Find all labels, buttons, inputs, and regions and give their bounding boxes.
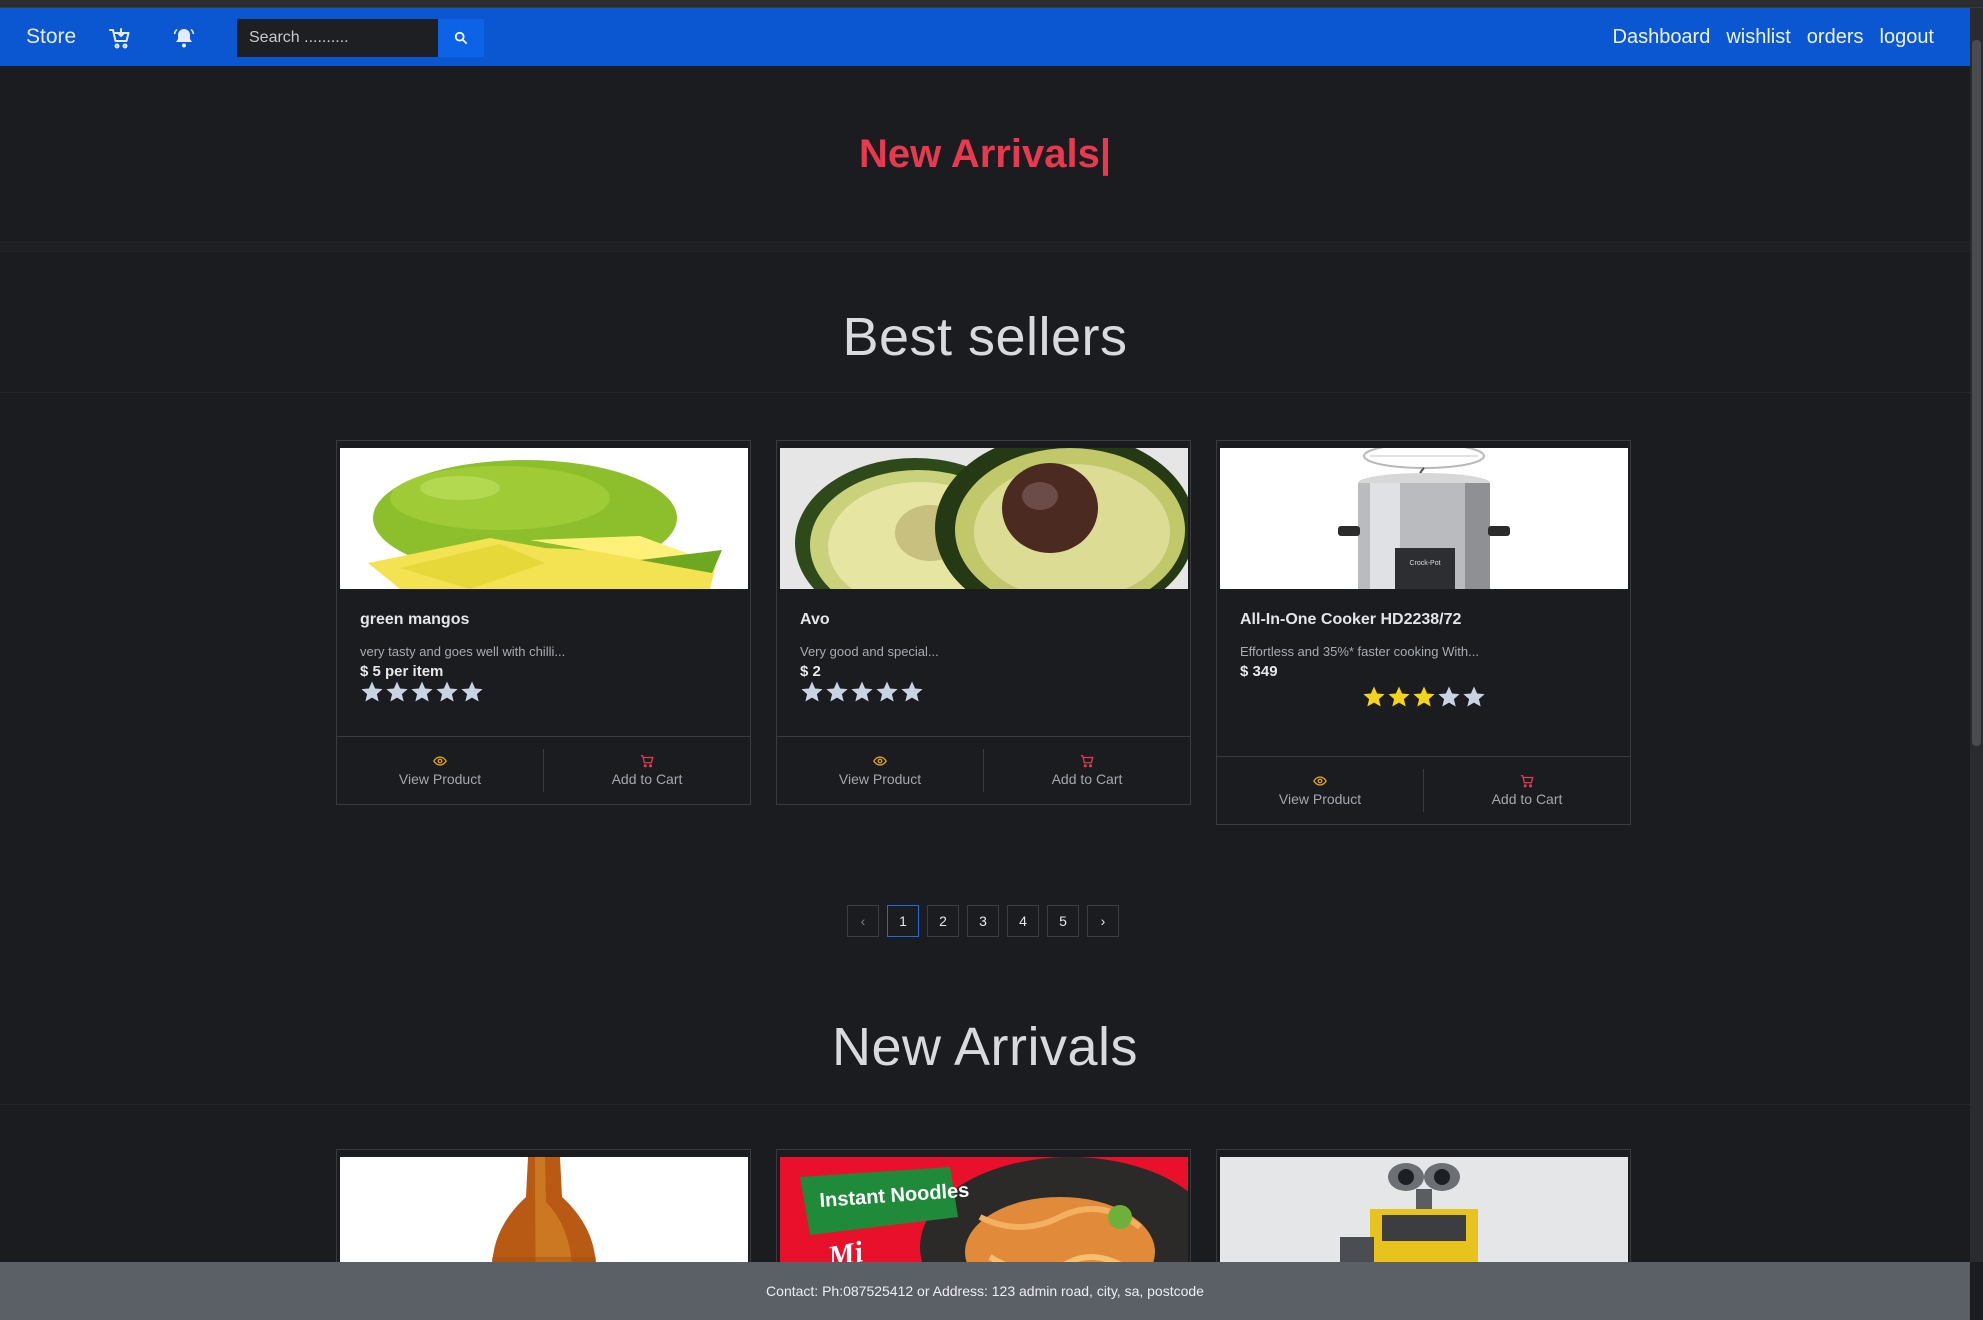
star-icon (461, 681, 483, 702)
scrollbar-thumb[interactable] (1972, 40, 1981, 746)
nav-link-logout[interactable]: logout (1880, 26, 1935, 49)
star-icon (876, 681, 898, 702)
add-to-cart-button[interactable]: Add to Cart (983, 749, 1190, 792)
top-navbar: Store Dashboard wishlist orders logout (0, 8, 1970, 66)
star-icon (801, 681, 823, 702)
product-card: green mangos very tasty and goes well wi… (336, 440, 751, 805)
notification-bell-icon[interactable] (172, 26, 196, 50)
star-icon (1362, 686, 1385, 707)
star-icon (1412, 686, 1435, 707)
rating-stars (360, 680, 484, 704)
avocado-image[interactable] (780, 448, 1188, 589)
cooker-image[interactable]: Crock-Pot (1220, 448, 1628, 589)
search-button[interactable] (438, 19, 484, 57)
rating-stars (800, 680, 924, 704)
star-icon (361, 681, 383, 702)
product-price: $ 2 (800, 663, 821, 680)
add-to-cart-label: Add to Cart (1491, 791, 1563, 807)
pagination-page-3[interactable]: 3 (967, 905, 999, 937)
product-name[interactable]: All-In-One Cooker HD2238/72 (1240, 611, 1461, 629)
star-icon (826, 681, 848, 702)
star-icon (901, 681, 923, 702)
product-card: Crock-Pot All-In-One Cooker HD2238/72 Ef… (1216, 440, 1631, 825)
section-divider (0, 392, 1970, 393)
cart-icon (1080, 755, 1094, 768)
product-card: Avo Very good and special... $ 2 View Pr… (776, 440, 1191, 805)
product-name[interactable]: green mangos (360, 611, 469, 629)
product-description: Very good and special... (800, 644, 939, 659)
cart-icon (640, 755, 654, 768)
star-icon (1462, 686, 1485, 707)
view-product-button[interactable]: View Product (777, 737, 983, 804)
mango-image[interactable] (340, 448, 748, 589)
pagination-page-1[interactable]: 1 (887, 905, 919, 937)
star-icon (386, 681, 408, 702)
nav-links: Dashboard wishlist orders logout (1613, 8, 1935, 66)
hero-divider (0, 242, 1970, 252)
product-price: $ 5 per item (360, 663, 444, 680)
star-icon (1387, 686, 1410, 707)
new-arrivals-title: New Arrivals (831, 1017, 1139, 1077)
cart-icon[interactable] (108, 26, 132, 50)
browser-top-strip (0, 0, 1983, 8)
nav-link-orders[interactable]: orders (1807, 26, 1864, 49)
eye-icon (873, 756, 887, 766)
star-icon (851, 681, 873, 702)
section-divider (0, 1104, 1970, 1105)
eye-icon (1313, 776, 1327, 786)
pagination-page-5[interactable]: 5 (1047, 905, 1079, 937)
card-actions: View Product Add to Cart (777, 736, 1190, 804)
pagination-prev[interactable]: ‹ (847, 905, 879, 937)
hero-banner: New Arrivals| (0, 66, 1970, 242)
brand-link[interactable]: Store (26, 25, 76, 49)
eye-icon (433, 756, 447, 766)
rating-stars (1217, 685, 1630, 709)
view-product-label: View Product (838, 771, 922, 787)
card-actions: View Product Add to Cart (337, 736, 750, 804)
add-to-cart-button[interactable]: Add to Cart (543, 749, 750, 792)
view-product-label: View Product (1278, 791, 1362, 807)
add-to-cart-label: Add to Cart (611, 771, 683, 787)
card-actions: View Product Add to Cart (1217, 756, 1630, 824)
nav-link-wishlist[interactable]: wishlist (1726, 26, 1790, 49)
svg-text:Crock-Pot: Crock-Pot (1409, 560, 1440, 567)
view-product-label: View Product (398, 771, 482, 787)
star-icon (411, 681, 433, 702)
star-icon (436, 681, 458, 702)
hero-title: New Arrivals| (858, 131, 1112, 176)
search-icon (454, 31, 468, 45)
footer-contact: Contact: Ph:087525412 or Address: 123 ad… (766, 1283, 1204, 1299)
add-to-cart-button[interactable]: Add to Cart (1423, 769, 1630, 812)
star-icon (1437, 686, 1460, 707)
view-product-button[interactable]: View Product (1217, 757, 1423, 824)
product-description: Effortless and 35%* faster cooking With.… (1240, 644, 1479, 659)
footer: Contact: Ph:087525412 or Address: 123 ad… (0, 1262, 1970, 1320)
pagination-next[interactable]: › (1087, 905, 1119, 937)
pagination-page-4[interactable]: 4 (1007, 905, 1039, 937)
pagination: ‹ 1 2 3 4 5 › (847, 905, 1119, 937)
product-name[interactable]: Avo (800, 611, 830, 629)
pagination-page-2[interactable]: 2 (927, 905, 959, 937)
cart-icon (1520, 775, 1534, 788)
product-description: very tasty and goes well with chilli... (360, 644, 566, 659)
product-price: $ 349 (1240, 663, 1278, 680)
view-product-button[interactable]: View Product (337, 737, 543, 804)
best-sellers-title: Best sellers (842, 307, 1128, 367)
nav-link-dashboard[interactable]: Dashboard (1613, 26, 1711, 49)
search-input[interactable] (237, 19, 438, 57)
add-to-cart-label: Add to Cart (1051, 771, 1123, 787)
